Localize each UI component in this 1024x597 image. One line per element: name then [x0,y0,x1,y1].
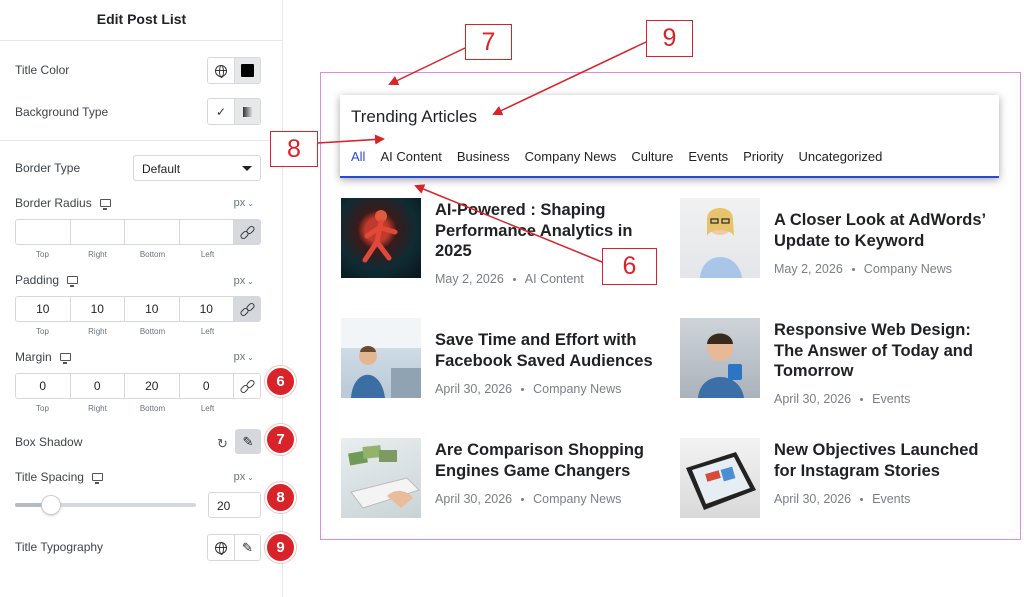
arrow-6 [414,184,603,263]
arrow-8 [317,134,385,145]
arrow-9 [492,41,647,116]
annotation-arrows [317,41,647,263]
annotation-label-9: 9 [646,20,693,57]
annotation-label-6: 6 [602,248,657,285]
annotation-label-8: 8 [270,131,318,167]
arrow-7 [388,47,466,86]
annotation-label-7: 7 [465,24,512,60]
